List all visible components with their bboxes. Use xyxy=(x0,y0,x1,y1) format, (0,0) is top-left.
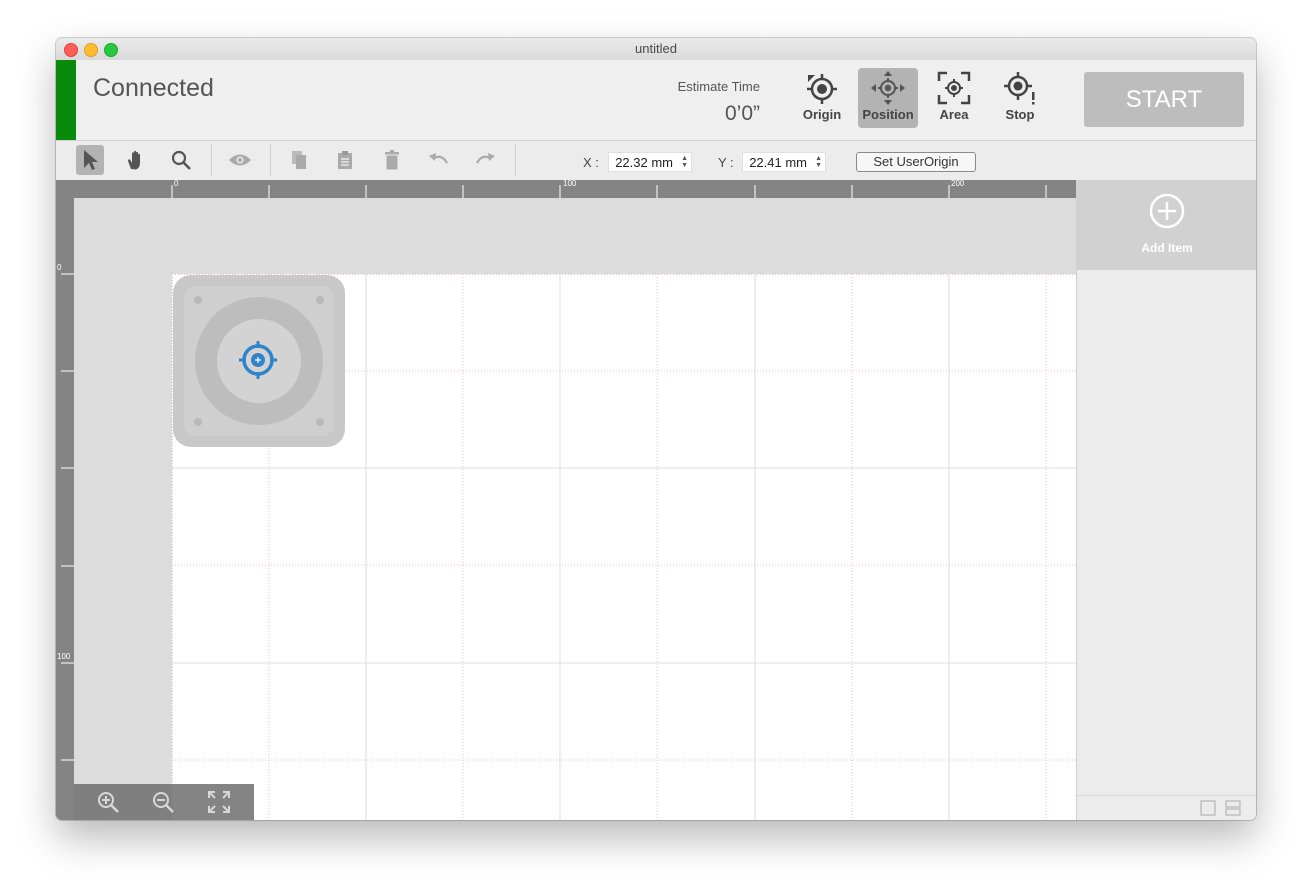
ruler-label: 100 xyxy=(57,652,71,661)
redo-icon xyxy=(476,153,495,164)
x-coordinate-label: X : xyxy=(583,155,599,170)
paste-button[interactable] xyxy=(331,145,359,175)
laser-head-icon[interactable] xyxy=(173,275,345,447)
origin-icon xyxy=(807,74,837,104)
position-button[interactable]: Position xyxy=(858,68,918,128)
toolbar-divider xyxy=(270,144,271,176)
vertical-ruler: 0 100 xyxy=(56,198,74,820)
connection-status-indicator xyxy=(56,60,76,140)
start-button[interactable]: START xyxy=(1084,72,1244,127)
origin-label: Origin xyxy=(802,107,842,122)
stop-label: Stop xyxy=(1005,107,1035,122)
area-label: Area xyxy=(939,107,969,122)
estimate-time-label: Estimate Time xyxy=(677,79,760,94)
x-coordinate-field[interactable]: 22.32 mm ▲ ▼ xyxy=(608,152,692,172)
ruler-label: 0 xyxy=(174,180,179,188)
ruler-label: 0 xyxy=(57,263,62,272)
magnifier-icon xyxy=(171,150,191,170)
hand-pan-icon xyxy=(128,150,140,170)
preview-button[interactable] xyxy=(226,145,254,175)
pan-tool-button[interactable] xyxy=(122,145,150,175)
position-label: Position xyxy=(862,107,914,122)
stop-alert-icon xyxy=(1004,72,1035,105)
add-item-label: Add Item xyxy=(1141,241,1193,255)
app-window: untitled Connected Estimate Time 0’0” Or… xyxy=(56,38,1256,820)
area-button[interactable]: Area xyxy=(924,68,984,128)
select-arrow-icon xyxy=(84,150,98,170)
horizontal-ruler: 0 100 200 xyxy=(56,180,1076,198)
vertical-ruler-ticks xyxy=(61,273,74,761)
origin-button[interactable]: Origin xyxy=(792,68,852,128)
zoom-in-button[interactable] xyxy=(94,788,122,816)
zoom-controls xyxy=(74,784,254,820)
title-bar: untitled xyxy=(56,38,1256,61)
undo-icon xyxy=(429,153,448,164)
ruler-label: 200 xyxy=(951,180,965,188)
toolbar-divider xyxy=(515,144,516,176)
y-coordinate-value: 22.41 mm xyxy=(749,155,807,170)
work-bed[interactable] xyxy=(172,274,1076,820)
machine-header: Connected Estimate Time 0’0” Origin Posi… xyxy=(56,60,1256,141)
add-item-button[interactable]: Add Item xyxy=(1077,180,1256,270)
y-stepper-icon[interactable]: ▲ ▼ xyxy=(815,155,822,169)
x-stepper-icon[interactable]: ▲ ▼ xyxy=(681,155,688,169)
paste-icon xyxy=(338,151,352,169)
zoom-out-icon xyxy=(153,792,174,813)
x-coordinate-value: 22.32 mm xyxy=(615,155,673,170)
y-coordinate-label: Y : xyxy=(718,155,734,170)
select-tool-button[interactable] xyxy=(76,145,104,175)
delete-button[interactable] xyxy=(378,145,406,175)
single-layout-icon[interactable] xyxy=(1200,800,1216,816)
zoom-out-button[interactable] xyxy=(149,788,177,816)
ruler-label: 100 xyxy=(563,180,577,188)
y-coordinate-field[interactable]: 22.41 mm ▲ ▼ xyxy=(742,152,826,172)
set-user-origin-button[interactable]: Set UserOrigin xyxy=(856,152,976,172)
copy-icon xyxy=(292,151,306,169)
trash-icon xyxy=(385,150,399,170)
eye-icon xyxy=(229,154,251,166)
edit-toolbar: X : 22.32 mm ▲ ▼ Y : 22.41 mm ▲ ▼ Set User… xyxy=(56,141,1256,180)
connection-status: Connected xyxy=(93,74,214,102)
add-circle-icon xyxy=(1149,193,1185,229)
redo-button[interactable] xyxy=(471,145,499,175)
zoom-tool-button[interactable] xyxy=(167,145,195,175)
area-frame-icon xyxy=(937,71,971,105)
stop-button[interactable]: Stop xyxy=(990,68,1050,128)
undo-button[interactable] xyxy=(425,145,453,175)
copy-button[interactable] xyxy=(285,145,313,175)
toolbar-divider xyxy=(211,144,212,176)
fit-screen-button[interactable] xyxy=(205,788,233,816)
item-panel: Add Item xyxy=(1076,180,1256,820)
window-title: untitled xyxy=(635,41,677,56)
position-move-icon xyxy=(871,71,905,105)
panel-footer xyxy=(1077,795,1256,820)
zoom-in-icon xyxy=(98,792,119,813)
fit-screen-icon xyxy=(208,791,230,813)
workspace-canvas[interactable]: 0 100 200 0 100 xyxy=(56,180,1076,820)
estimate-time-value: 0’0” xyxy=(724,102,760,125)
split-layout-icon[interactable] xyxy=(1225,800,1241,816)
